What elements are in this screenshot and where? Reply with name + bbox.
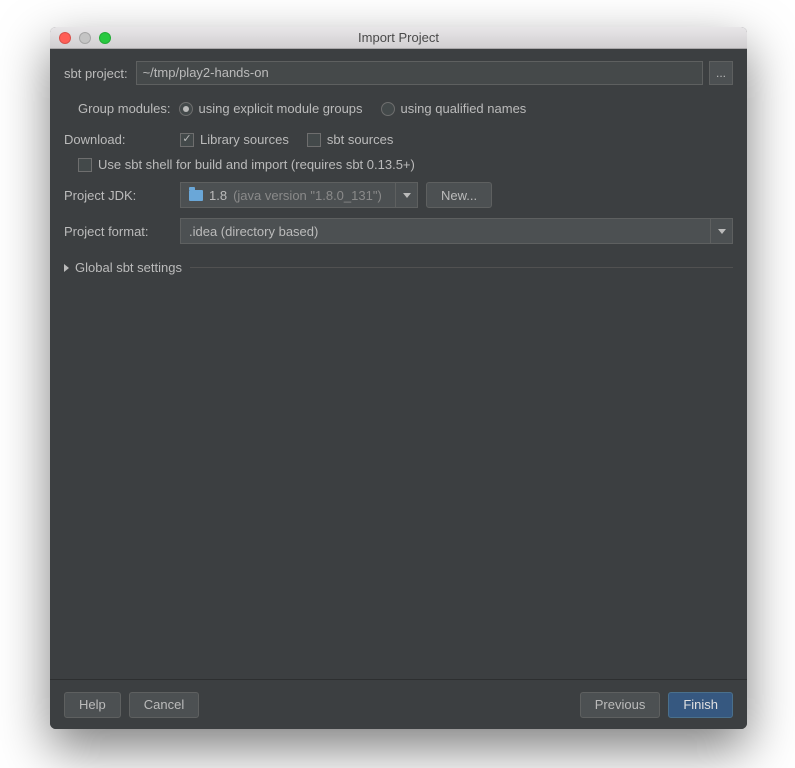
checkbox-label: Library sources [200,132,289,147]
chevron-down-icon [395,183,417,207]
folder-icon [189,190,203,201]
project-jdk-row: Project JDK: 1.8 (java version "1.8.0_13… [64,182,733,208]
close-icon[interactable] [59,32,71,44]
sbt-project-row: sbt project: ~/tmp/play2-hands-on ... [64,61,733,85]
import-project-dialog: Import Project sbt project: ~/tmp/play2-… [50,27,747,729]
checkbox-icon [180,133,194,147]
download-label: Download: [64,132,172,147]
checkbox-sbt-shell[interactable]: Use sbt shell for build and import (requ… [78,157,415,172]
project-format-label: Project format: [64,224,172,239]
project-jdk-label: Project JDK: [64,188,172,203]
minimize-icon [79,32,91,44]
global-sbt-settings-label: Global sbt settings [75,260,182,275]
checkbox-label: Use sbt shell for build and import (requ… [98,157,415,172]
dialog-footer: Help Cancel Previous Finish [50,679,747,729]
previous-button[interactable]: Previous [580,692,661,718]
radio-explicit-module-groups[interactable]: using explicit module groups [179,101,363,116]
window-title: Import Project [50,30,747,45]
project-format-value: .idea (directory based) [189,224,318,239]
chevron-down-icon [710,219,732,243]
finish-button[interactable]: Finish [668,692,733,718]
divider [190,267,733,268]
sbt-shell-row: Use sbt shell for build and import (requ… [64,157,733,172]
sbt-project-input[interactable]: ~/tmp/play2-hands-on [136,61,703,85]
checkbox-sbt-sources[interactable]: sbt sources [307,132,393,147]
checkbox-icon [78,158,92,172]
group-modules-label: Group modules: [78,101,171,116]
cancel-button[interactable]: Cancel [129,692,199,718]
global-sbt-settings-header[interactable]: Global sbt settings [64,260,733,275]
titlebar: Import Project [50,27,747,49]
jdk-value: 1.8 [209,188,227,203]
radio-icon [179,102,193,116]
radio-qualified-names[interactable]: using qualified names [381,101,527,116]
radio-icon [381,102,395,116]
checkbox-library-sources[interactable]: Library sources [180,132,289,147]
chevron-right-icon [64,264,69,272]
window-controls [50,32,111,44]
project-jdk-select[interactable]: 1.8 (java version "1.8.0_131") [180,182,418,208]
project-format-row: Project format: .idea (directory based) [64,218,733,244]
zoom-icon[interactable] [99,32,111,44]
browse-button[interactable]: ... [709,61,733,85]
project-format-select[interactable]: .idea (directory based) [180,218,733,244]
radio-label: using explicit module groups [199,101,363,116]
dialog-content: sbt project: ~/tmp/play2-hands-on ... Gr… [50,49,747,679]
radio-label: using qualified names [401,101,527,116]
group-modules-row: Group modules: using explicit module gro… [64,101,733,116]
checkbox-icon [307,133,321,147]
sbt-project-label: sbt project: [64,66,128,81]
download-row: Download: Library sources sbt sources [64,132,733,147]
checkbox-label: sbt sources [327,132,393,147]
help-button[interactable]: Help [64,692,121,718]
jdk-detail: (java version "1.8.0_131") [233,188,382,203]
new-jdk-button[interactable]: New... [426,182,492,208]
